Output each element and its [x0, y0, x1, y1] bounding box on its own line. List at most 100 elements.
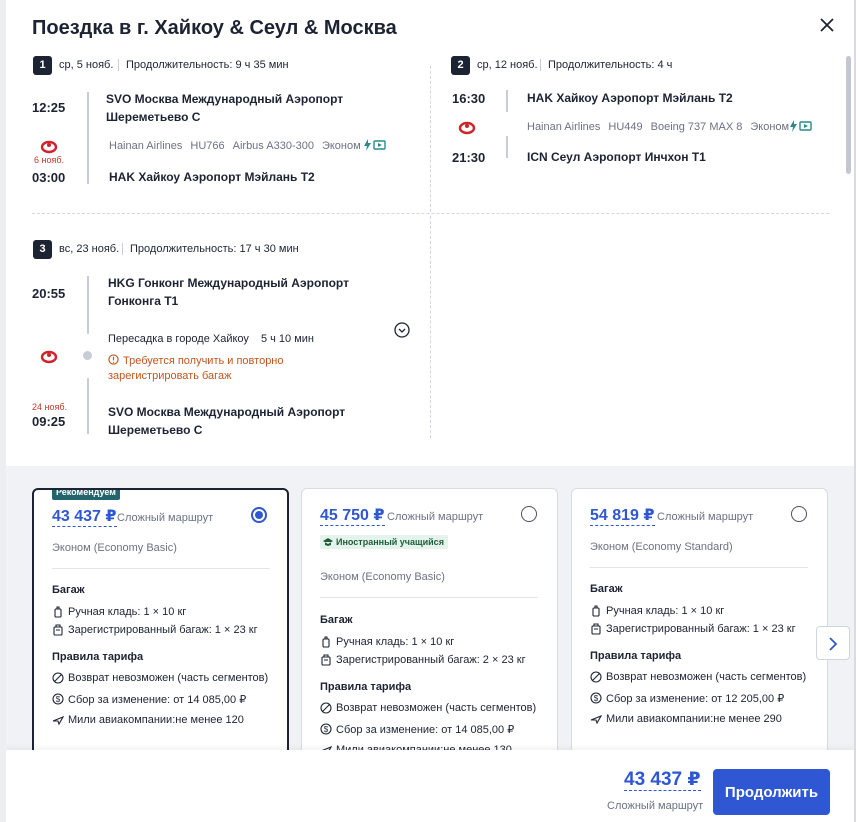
- no-refund-icon: [52, 672, 64, 684]
- change-fee-text: Сбор за изменение: от 14 085,00 ₽: [68, 694, 247, 706]
- aircraft-type: Airbus A330-300: [232, 140, 314, 152]
- divider: [52, 568, 270, 569]
- hand-luggage: Ручная кладь: 1 × 10 кг: [52, 606, 186, 618]
- refund-rule: Возврат невозможен (часть сегментов): [590, 671, 806, 683]
- change-fee: $ Сбор за изменение: от 14 085,00 ₽: [52, 693, 246, 706]
- refund-text: Возврат невозможен (часть сегментов): [68, 672, 269, 684]
- fare-class: Эконом (Economy Standard): [590, 541, 733, 553]
- departure-time: 16:30: [452, 91, 486, 106]
- power-and-entertainment-icon: [364, 139, 386, 151]
- fare-type: Сложный маршрут: [657, 511, 754, 523]
- fare-card[interactable]: Рекомендуем 43 437 ₽ Сложный маршрут Эко…: [32, 488, 289, 778]
- change-fee-text: Сбор за изменение: от 12 205,00 ₽: [606, 693, 785, 705]
- change-fee: $ Сбор за изменение: от 12 205,00 ₽: [590, 692, 784, 705]
- baggage-warning: Требуется получить и повторно зарегистри…: [108, 355, 284, 382]
- hand-luggage-icon: [54, 606, 62, 618]
- suitcase-icon: [321, 654, 331, 666]
- scrollbar[interactable]: [846, 56, 851, 174]
- transfer-info: Пересадка в городе Хайкоу 5 ч 10 мин: [108, 333, 314, 345]
- checked-baggage-text: Зарегистрированный багаж: 2 × 23 кг: [336, 654, 526, 666]
- segment-date: вс, 23 нояб.: [59, 243, 120, 255]
- graduation-cap-icon: [323, 538, 333, 546]
- arrival-airport: SVO Москва Международный Аэропорт Шереме…: [108, 405, 346, 437]
- segment-date: ср, 5 нояб.: [59, 59, 114, 71]
- close-button[interactable]: [816, 14, 838, 36]
- dollar-icon: $: [52, 693, 64, 705]
- airline-name: Hainan Airlines: [527, 121, 601, 133]
- divider: [430, 66, 431, 212]
- route-line: [87, 276, 89, 334]
- fare-radio[interactable]: [521, 506, 537, 522]
- svg-text:$: $: [594, 694, 599, 703]
- transfer-duration: 5 ч 10 мин: [260, 333, 314, 345]
- baggage-title: Багаж: [590, 583, 623, 595]
- chevron-right-icon: [829, 637, 838, 651]
- power-and-entertainment-icon: [790, 120, 812, 132]
- flight-number: HU766: [190, 140, 225, 152]
- checked-baggage: Зарегистрированный багаж: 1 × 23 кг: [590, 623, 796, 635]
- close-icon: [820, 18, 834, 32]
- departure-time: 20:55: [32, 286, 66, 301]
- arrival-airport: HAK Хайкоу Аэропорт Мэйлань T2: [109, 170, 315, 184]
- total-price: 43 437 ₽: [624, 769, 701, 791]
- airline-name: Hainan Airlines: [109, 140, 183, 152]
- refund-text: Возврат невозможен (часть сегментов): [336, 702, 537, 714]
- modal-title: Поездка в г. Хайкоу & Сеул & Москва: [32, 17, 397, 39]
- segment-number: 3: [33, 240, 52, 259]
- divider: [430, 216, 431, 438]
- flight-number: HU449: [608, 121, 643, 133]
- baggage-title: Багаж: [320, 614, 353, 626]
- departure-time: 12:25: [32, 100, 66, 115]
- fare-options: Рекомендуем 43 437 ₽ Сложный маршрут Эко…: [6, 466, 854, 778]
- hand-luggage-text: Ручная кладь: 1 × 10 кг: [336, 636, 455, 648]
- fare-rules-title: Правила тарифа: [52, 651, 144, 663]
- continue-button[interactable]: Продолжить: [713, 769, 830, 815]
- route-line: [506, 136, 508, 158]
- checked-baggage: Зарегистрированный багаж: 2 × 23 кг: [320, 654, 526, 666]
- fare-card[interactable]: 54 819 ₽ Сложный маршрут Эконом (Economy…: [571, 488, 828, 778]
- refund-rule: Возврат невозможен (часть сегментов): [52, 672, 268, 684]
- airline-miles: Мили авиакомпании:не менее 290: [590, 713, 782, 725]
- divider: [590, 567, 808, 568]
- hainan-airlines-logo-icon: [40, 140, 58, 154]
- route-line: [87, 92, 89, 184]
- fare-radio[interactable]: [251, 507, 267, 523]
- fare-radio[interactable]: [791, 506, 807, 522]
- dollar-icon: $: [320, 723, 332, 735]
- departure-airport: SVO Москва Международный Аэропорт Шереме…: [106, 92, 344, 124]
- fare-card[interactable]: 45 750 ₽ Сложный маршрут Иностранный уча…: [301, 488, 558, 778]
- divider: [32, 213, 829, 214]
- segment-duration: Продолжительность: 17 ч 30 мин: [130, 243, 299, 255]
- hand-luggage-text: Ручная кладь: 1 × 10 кг: [68, 606, 187, 618]
- route-line: [506, 90, 508, 112]
- segment-number: 2: [451, 56, 470, 75]
- hand-luggage: Ручная кладь: 1 × 10 кг: [320, 636, 454, 648]
- fare-price: 45 750 ₽: [320, 507, 385, 526]
- change-fee-text: Сбор за изменение: от 14 085,00 ₽: [336, 724, 515, 736]
- svg-text:$: $: [324, 725, 329, 734]
- student-fare-label: Иностранный учащийся: [336, 537, 444, 547]
- total-price-type: Сложный маршрут: [607, 800, 704, 812]
- departure-airport: HKG Гонконг Международный Аэропорт Гонко…: [108, 276, 349, 308]
- dollar-icon: $: [590, 692, 602, 704]
- divider: [118, 59, 119, 71]
- chevron-down-icon: [394, 322, 410, 338]
- arrival-time: 09:25: [32, 414, 66, 429]
- airline-miles: Мили авиакомпании:не менее 120: [52, 714, 244, 726]
- aircraft-type: Boeing 737 MAX 8: [650, 121, 743, 133]
- expand-button[interactable]: [394, 322, 410, 338]
- fare-class: Эконом (Economy Basic): [52, 542, 177, 554]
- arrival-airport: ICN Сеул Аэропорт Инчхон T1: [527, 150, 706, 164]
- change-fee: $ Сбор за изменение: от 14 085,00 ₽: [320, 723, 514, 736]
- next-fares-button[interactable]: [816, 626, 850, 660]
- cabin-class: Эконом: [750, 121, 790, 133]
- checked-baggage-text: Зарегистрированный багаж: 1 × 23 кг: [606, 623, 796, 635]
- route-line: [87, 378, 89, 434]
- divider: [540, 59, 541, 71]
- refund-text: Возврат невозможен (часть сегментов): [606, 671, 807, 683]
- hainan-airlines-logo-icon: [40, 350, 58, 364]
- hand-luggage-text: Ручная кладь: 1 × 10 кг: [606, 605, 725, 617]
- transfer-point: [83, 351, 92, 360]
- fare-price: 54 819 ₽: [590, 507, 655, 526]
- arrival-time: 03:00: [32, 170, 66, 185]
